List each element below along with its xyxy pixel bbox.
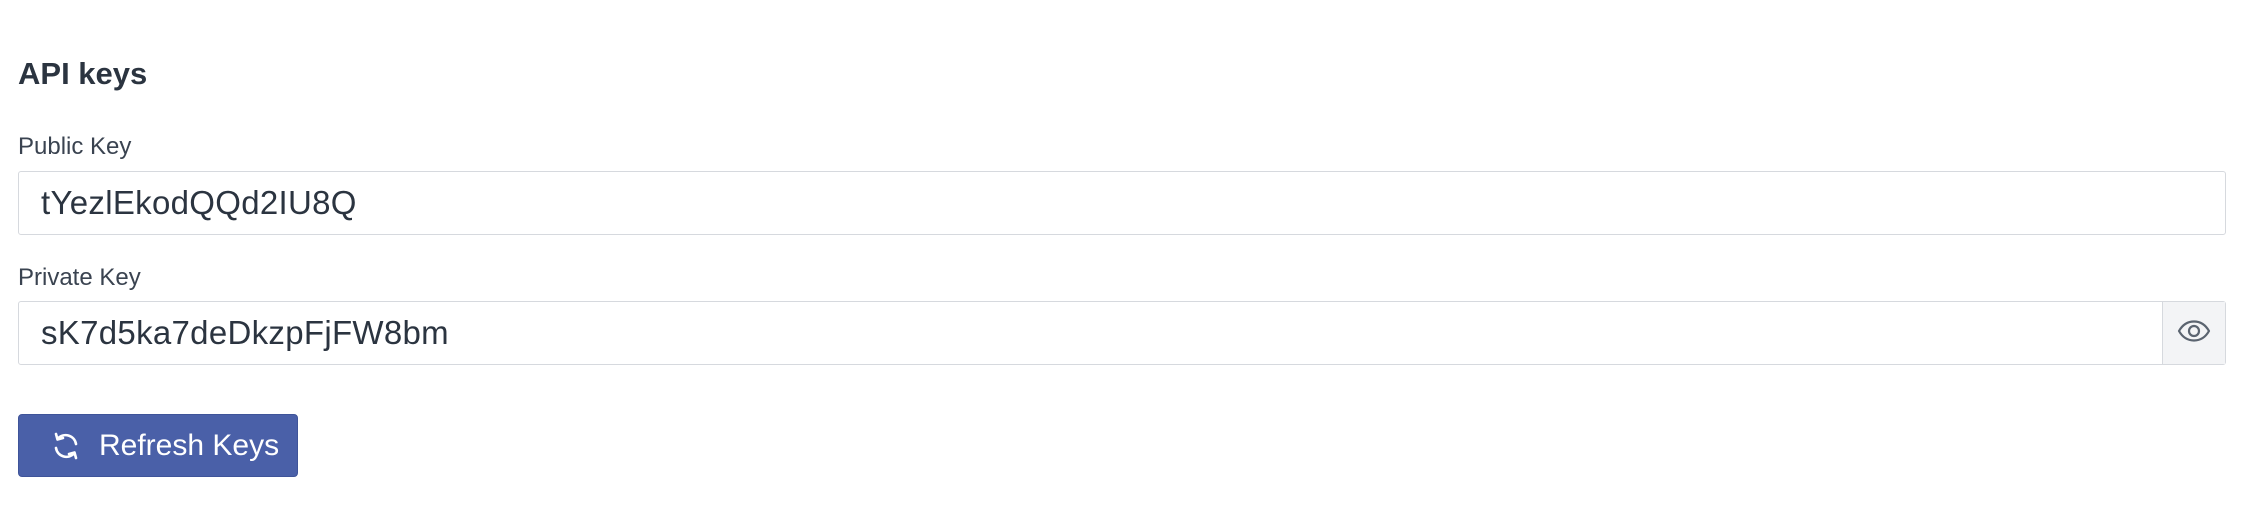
refresh-keys-label: Refresh Keys xyxy=(99,428,280,462)
toggle-visibility-button[interactable] xyxy=(2162,302,2225,364)
refresh-keys-button[interactable]: Refresh Keys xyxy=(18,414,298,477)
public-key-label: Public Key xyxy=(18,133,132,160)
eye-icon xyxy=(2177,319,2211,347)
private-key-label: Private Key xyxy=(18,264,141,291)
private-key-field-wrapper xyxy=(18,301,2226,365)
section-title: API keys xyxy=(18,56,148,91)
public-key-input[interactable] xyxy=(19,172,2225,234)
refresh-icon xyxy=(51,431,81,461)
private-key-input[interactable] xyxy=(19,302,2162,364)
public-key-field-wrapper xyxy=(18,171,2226,235)
